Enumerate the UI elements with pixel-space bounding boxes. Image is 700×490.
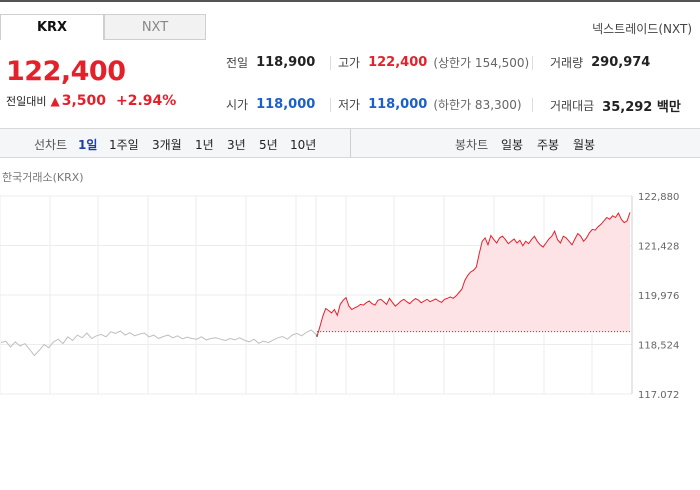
intraday-chart: 122,880 121,428 119,976 118,524 117,072 bbox=[0, 188, 700, 398]
candle-chart-label: 봉차트 bbox=[455, 138, 489, 152]
price-area-fill bbox=[317, 212, 630, 337]
stat-prev-close-label: 전일 bbox=[226, 56, 249, 70]
stat-open-label: 시가 bbox=[226, 98, 249, 112]
stat-low-value: 118,000 bbox=[368, 97, 428, 112]
period-1w[interactable]: 1주일 bbox=[109, 136, 139, 153]
stat-volume: 거래량 290,974 bbox=[550, 54, 650, 71]
stat-volume-label: 거래량 bbox=[550, 56, 584, 70]
period-1y[interactable]: 1년 bbox=[195, 136, 214, 153]
change-value: 3,500 bbox=[61, 93, 107, 109]
y-tick-label: 119,976 bbox=[638, 291, 679, 302]
stat-trade-value: 거래대금 35,292 백만 bbox=[550, 96, 681, 115]
stat-trade-value-value: 35,292 백만 bbox=[602, 100, 681, 115]
up-arrow-icon: ▲ bbox=[50, 94, 60, 108]
period-bar: 선차트 1일 1주일 3개월 1년 3년 5년 10년 봉차트 일봉 주봉 월봉 bbox=[0, 128, 700, 158]
stat-low-limit: (하한가 83,300) bbox=[433, 98, 522, 112]
divider bbox=[330, 98, 331, 112]
top-border bbox=[0, 0, 700, 2]
stat-high: 고가 122,400 (상한가 154,500) bbox=[338, 54, 529, 71]
stat-low-label: 저가 bbox=[338, 98, 361, 112]
previous-day-line bbox=[0, 329, 317, 357]
tab-nxt[interactable]: NXT bbox=[104, 14, 206, 40]
divider bbox=[532, 56, 533, 70]
divider bbox=[330, 56, 331, 70]
stat-open: 시가 118,000 bbox=[226, 96, 315, 113]
change-percent: +2.94% bbox=[116, 93, 177, 109]
change-label: 전일대비 bbox=[6, 95, 47, 108]
candle-daily[interactable]: 일봉 bbox=[501, 136, 523, 153]
stat-volume-value: 290,974 bbox=[591, 55, 651, 70]
divider bbox=[532, 98, 533, 112]
stat-prev-close-value: 118,900 bbox=[256, 55, 316, 70]
bar-divider bbox=[350, 129, 351, 157]
price-change: 전일대비 ▲ 3,500 +2.94% bbox=[6, 93, 176, 109]
period-5y[interactable]: 5년 bbox=[259, 136, 278, 153]
stat-trade-value-label: 거래대금 bbox=[550, 99, 595, 113]
stat-high-label: 고가 bbox=[338, 56, 361, 70]
nxt-link[interactable]: 넥스트레이드(NXT) bbox=[592, 20, 692, 37]
stat-low: 저가 118,000 (하한가 83,300) bbox=[338, 96, 522, 113]
exchange-label: 한국거래소(KRX) bbox=[2, 171, 84, 184]
price-stats: 전일 118,900 고가 122,400 (상한가 154,500) 거래량 … bbox=[210, 48, 700, 124]
stat-open-value: 118,000 bbox=[256, 97, 316, 112]
stat-high-limit: (상한가 154,500) bbox=[433, 56, 530, 70]
tab-krx[interactable]: KRX bbox=[0, 14, 104, 40]
period-3y[interactable]: 3년 bbox=[227, 136, 246, 153]
period-3m[interactable]: 3개월 bbox=[152, 136, 182, 153]
y-tick-label: 118,524 bbox=[638, 341, 679, 352]
y-tick-label: 117,072 bbox=[638, 390, 679, 398]
stat-prev-close: 전일 118,900 bbox=[226, 54, 315, 71]
chart-svg: 122,880 121,428 119,976 118,524 117,072 bbox=[0, 192, 679, 398]
y-tick-label: 122,880 bbox=[638, 192, 679, 203]
candle-weekly[interactable]: 주봉 bbox=[537, 136, 559, 153]
line-chart-label: 선차트 bbox=[34, 138, 68, 152]
period-1d[interactable]: 1일 bbox=[78, 136, 97, 153]
candle-monthly[interactable]: 월봉 bbox=[573, 136, 595, 153]
exchange-tabs: KRX NXT bbox=[0, 14, 206, 42]
current-price: 122,400 bbox=[6, 56, 126, 87]
stat-high-value: 122,400 bbox=[368, 55, 428, 70]
period-10y[interactable]: 10년 bbox=[290, 136, 316, 153]
y-tick-label: 121,428 bbox=[638, 242, 679, 253]
